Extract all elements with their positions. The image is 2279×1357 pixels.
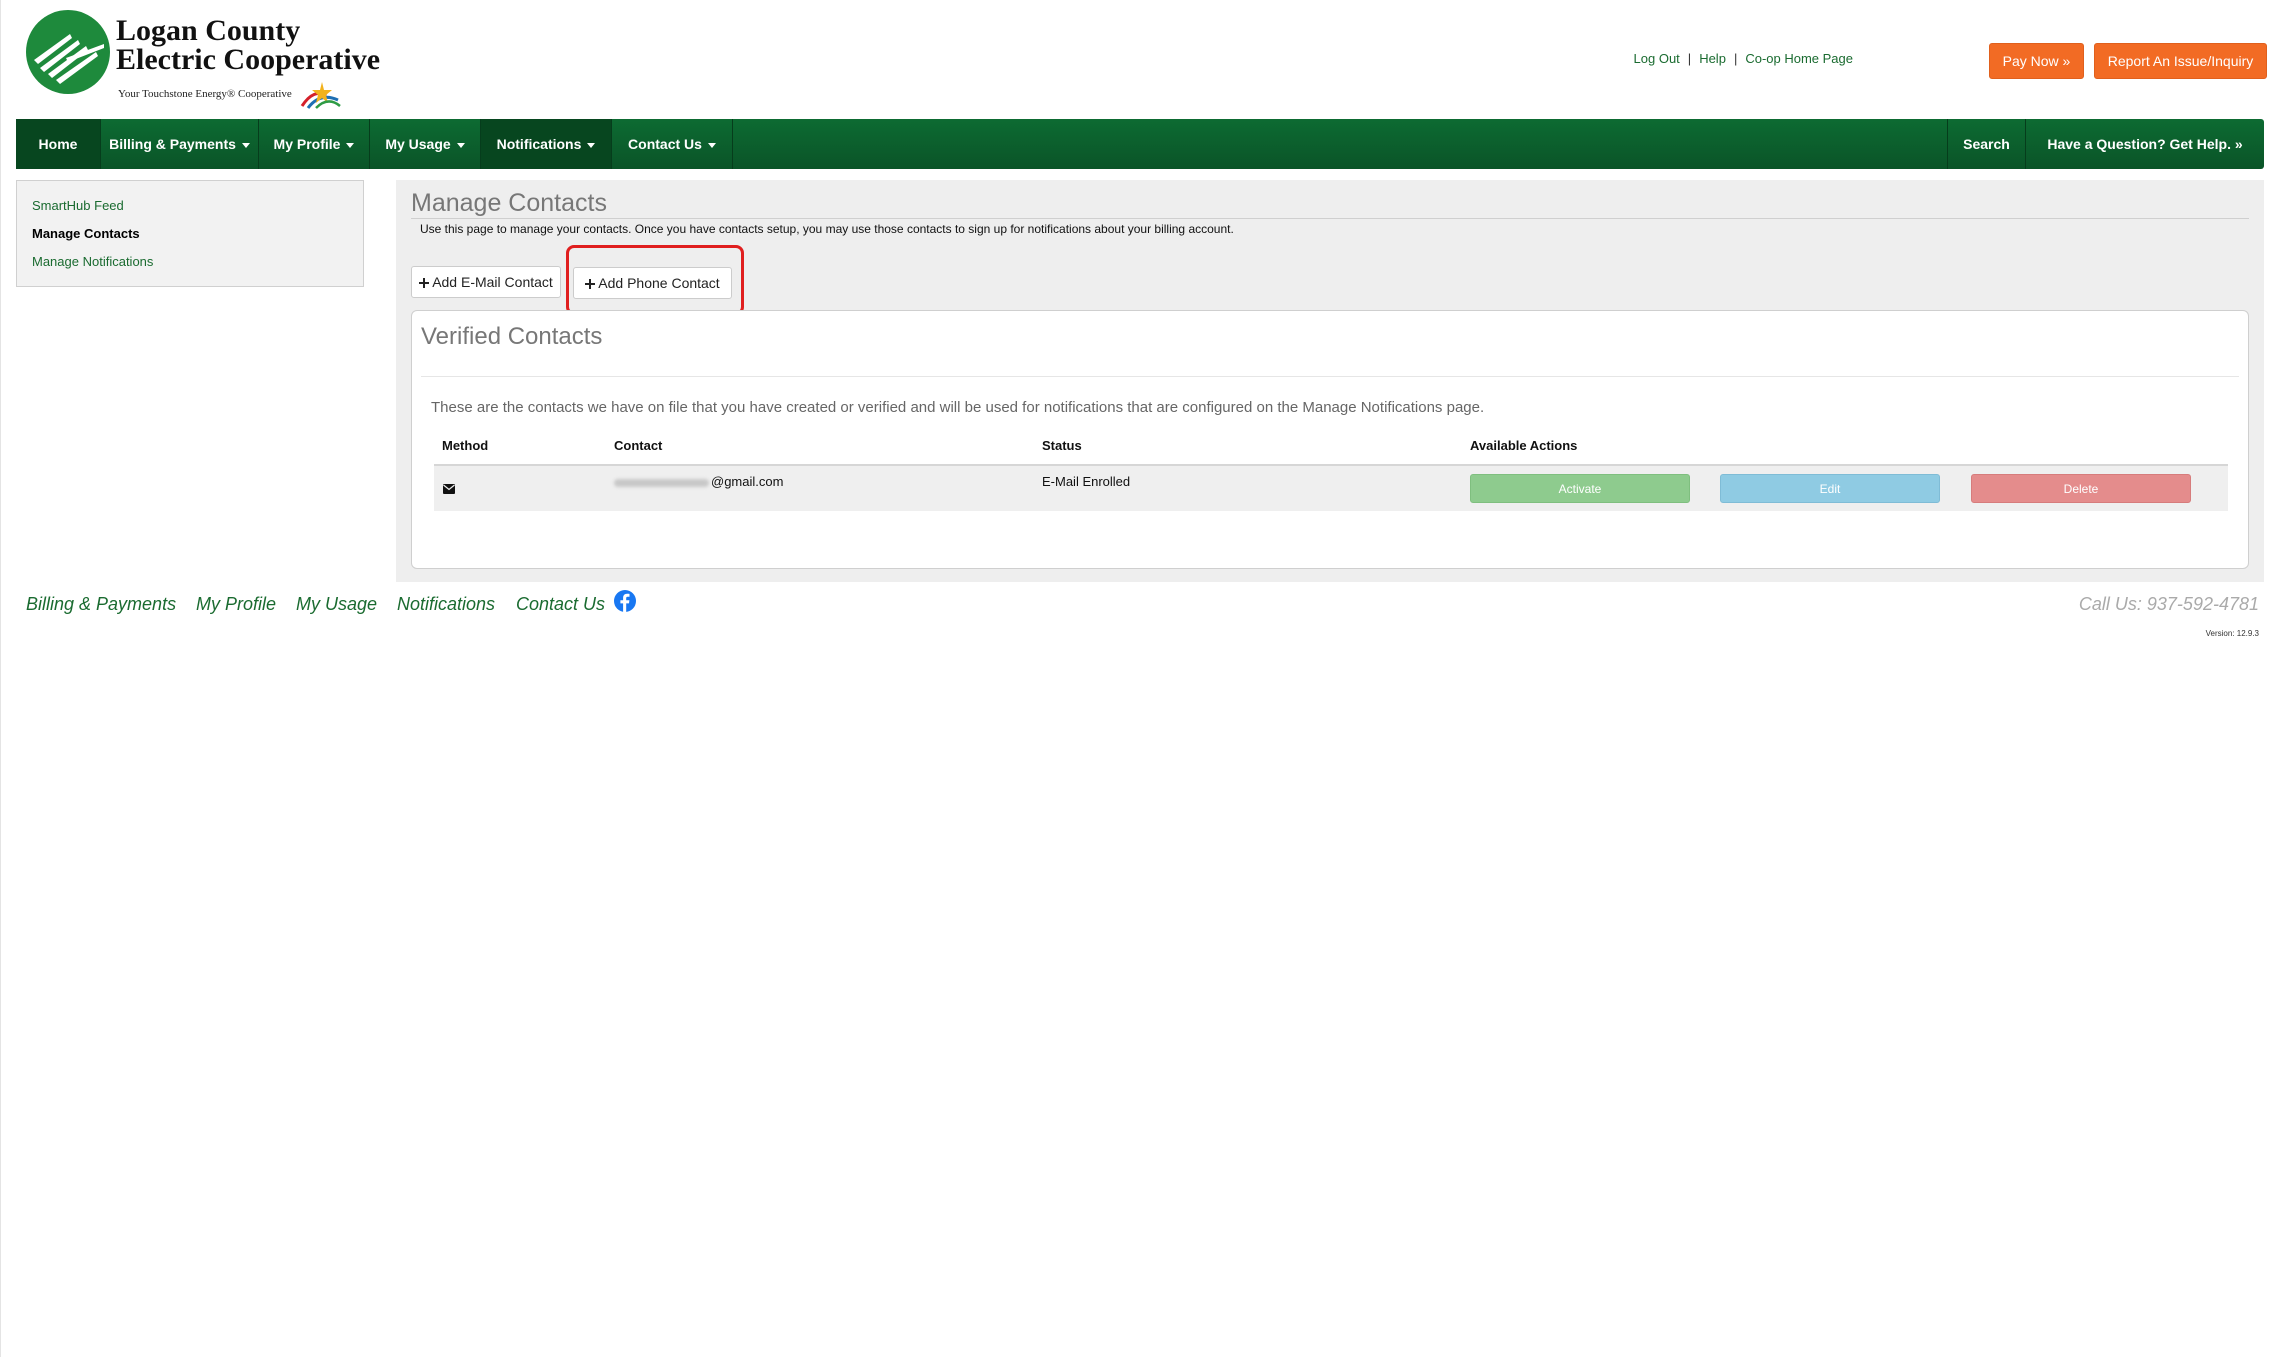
main-nav: Home Billing & Payments My Profile My Us… xyxy=(16,119,2264,169)
sidebar-item-manage-contacts[interactable]: Manage Contacts xyxy=(32,226,140,241)
sidebar-item-manage-notifications[interactable]: Manage Notifications xyxy=(32,254,153,269)
add-email-label: Add E-Mail Contact xyxy=(432,274,553,290)
logo-name: Logan County Electric Cooperative xyxy=(116,14,381,76)
envelope-icon xyxy=(443,484,455,494)
logo-line1: Logan County xyxy=(116,14,301,47)
window-left-border xyxy=(0,0,1,1357)
nav-get-help[interactable]: Have a Question? Get Help. » xyxy=(2025,119,2264,169)
verified-contacts-title: Verified Contacts xyxy=(421,323,603,350)
chevron-down-icon xyxy=(346,142,355,148)
nav-notifications[interactable]: Notifications xyxy=(481,119,612,169)
chevron-down-icon xyxy=(456,142,465,148)
column-header-contact: Contact xyxy=(614,438,663,453)
sidebar-item-smarthub-feed[interactable]: SmartHub Feed xyxy=(32,198,124,213)
delete-button[interactable]: Delete xyxy=(1971,474,2191,503)
logo-emblem-icon xyxy=(26,10,110,94)
nav-notifications-label: Notifications xyxy=(496,136,582,152)
separator: | xyxy=(1687,51,1692,66)
logo-tagline: Your Touchstone Energy® Cooperative xyxy=(118,88,292,100)
table-row: @gmail.com E-Mail Enrolled Activate Edit… xyxy=(434,464,2228,511)
main-content: Manage Contacts Use this page to manage … xyxy=(396,180,2264,582)
nav-search[interactable]: Search xyxy=(1947,119,2025,169)
footer-link-notifications[interactable]: Notifications xyxy=(397,594,495,615)
verified-contacts-panel: Verified Contacts These are the contacts… xyxy=(411,310,2249,569)
page-intro: Use this page to manage your contacts. O… xyxy=(420,222,1234,236)
nav-home-label: Home xyxy=(38,136,78,152)
verified-contacts-description: These are the contacts we have on file t… xyxy=(431,399,1485,416)
logo-line2: Electric Cooperative xyxy=(116,43,381,76)
nav-usage[interactable]: My Usage xyxy=(370,119,481,169)
page-title: Manage Contacts xyxy=(411,189,607,217)
separator: | xyxy=(1733,51,1738,66)
contact-status: E-Mail Enrolled xyxy=(1042,474,1131,489)
facebook-icon[interactable] xyxy=(614,590,636,612)
panel-divider xyxy=(421,376,2239,377)
column-header-status: Status xyxy=(1042,438,1082,453)
chevron-down-icon xyxy=(241,142,250,148)
plus-icon xyxy=(419,278,430,288)
nav-profile[interactable]: My Profile xyxy=(259,119,370,169)
logout-link[interactable]: Log Out xyxy=(1634,51,1680,66)
nav-usage-label: My Usage xyxy=(385,136,451,152)
chevron-down-icon xyxy=(587,142,596,148)
nav-profile-label: My Profile xyxy=(273,136,341,152)
contact-email: @gmail.com xyxy=(614,474,783,489)
column-header-method: Method xyxy=(442,438,489,453)
nav-contact[interactable]: Contact Us xyxy=(612,119,733,169)
title-divider xyxy=(411,218,2249,219)
footer-link-billing[interactable]: Billing & Payments xyxy=(26,594,176,615)
pay-now-button[interactable]: Pay Now » xyxy=(1989,43,2084,79)
sidebar: SmartHub Feed Manage Contacts Manage Not… xyxy=(16,180,364,287)
nav-billing[interactable]: Billing & Payments xyxy=(101,119,259,169)
coop-home-link[interactable]: Co-op Home Page xyxy=(1745,51,1853,66)
touchstone-star-icon xyxy=(300,82,341,109)
coop-logo[interactable]: Logan County Electric Cooperative Your T… xyxy=(26,10,386,110)
nav-contact-label: Contact Us xyxy=(628,136,702,152)
version-text: Version: 12.9.3 xyxy=(2205,629,2259,638)
redacted-text xyxy=(614,478,709,487)
nav-home[interactable]: Home xyxy=(16,119,101,169)
highlight-annotation xyxy=(566,245,744,315)
activate-button[interactable]: Activate xyxy=(1470,474,1690,503)
call-us-text: Call Us: 937-592-4781 xyxy=(2078,594,2259,614)
report-issue-button[interactable]: Report An Issue/Inquiry xyxy=(2094,43,2267,79)
contact-email-domain: @gmail.com xyxy=(711,474,784,489)
add-email-contact-button[interactable]: Add E-Mail Contact xyxy=(411,266,561,298)
footer-link-usage[interactable]: My Usage xyxy=(296,594,377,615)
nav-billing-label: Billing & Payments xyxy=(109,136,236,152)
help-link[interactable]: Help xyxy=(1699,51,1726,66)
column-header-actions: Available Actions xyxy=(1470,438,1578,453)
footer-link-profile[interactable]: My Profile xyxy=(196,594,276,615)
footer-link-contact[interactable]: Contact Us xyxy=(516,594,605,615)
utility-links: Log Out | Help | Co-op Home Page xyxy=(1634,51,1853,66)
edit-button[interactable]: Edit xyxy=(1720,474,1940,503)
chevron-down-icon xyxy=(707,142,716,148)
